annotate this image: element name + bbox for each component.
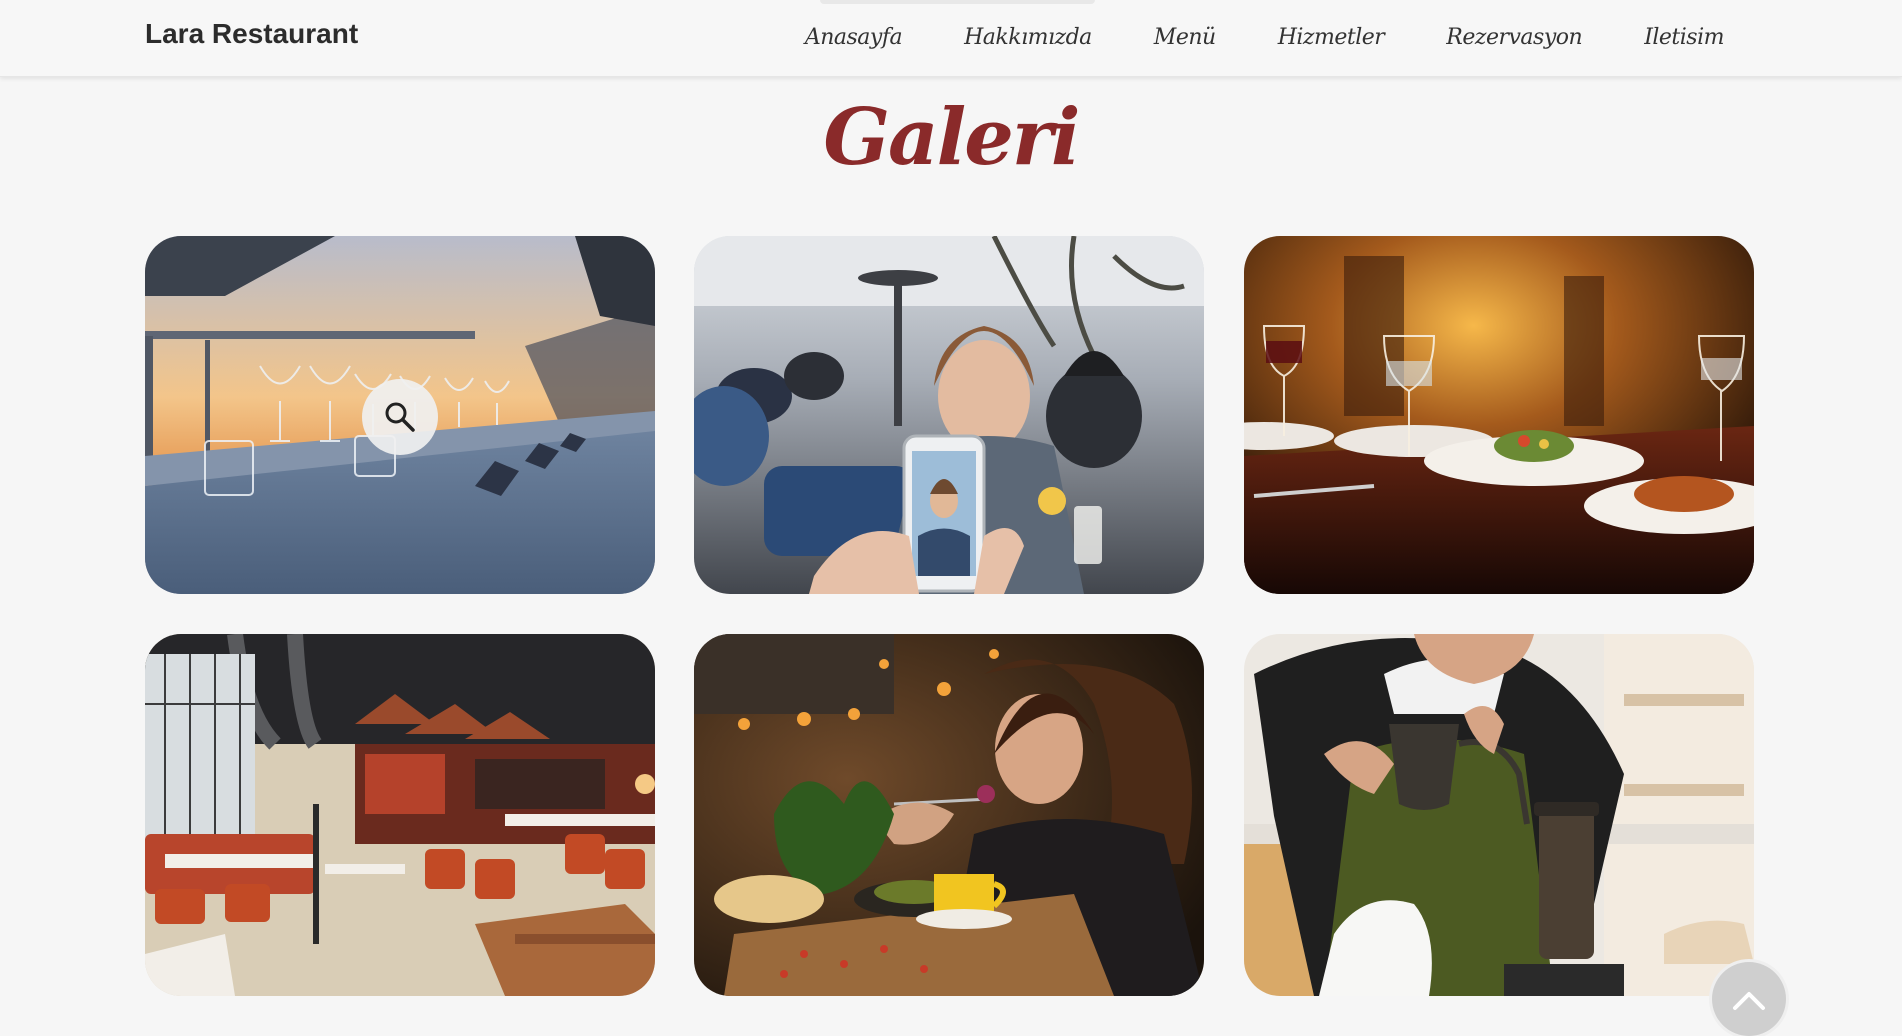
zoom-button[interactable] <box>362 379 438 455</box>
gallery-item[interactable] <box>1244 634 1754 996</box>
nav-item-rezervasyon[interactable]: Rezervasyon <box>1446 22 1582 54</box>
gallery-photo-candlelit-dinner <box>1244 236 1754 594</box>
gallery-photo-terrace-selfie <box>694 236 1204 594</box>
nav-menu: Anasayfa Hakkımızda Menü Hizmetler Rezer… <box>743 22 1725 54</box>
nav-item-hizmetler[interactable]: Hizmetler <box>1278 22 1385 54</box>
top-tab-indicator <box>820 0 1095 4</box>
brand-logo[interactable]: Lara Restaurant <box>145 18 358 50</box>
gallery-photo-restaurant-interior <box>145 634 655 996</box>
search-icon <box>385 402 415 432</box>
gallery-item[interactable] <box>1244 236 1754 594</box>
scroll-top-button[interactable] <box>1712 962 1786 1036</box>
gallery-item[interactable] <box>694 634 1204 996</box>
gallery-item[interactable] <box>145 236 655 594</box>
page-title: Galeri <box>823 92 1080 183</box>
gallery-photo-woman-dining <box>694 634 1204 996</box>
nav-item-anasayfa[interactable]: Anasayfa <box>805 22 903 54</box>
nav-item-menu[interactable]: Menü <box>1154 22 1216 54</box>
chevron-up-icon <box>1733 992 1765 1010</box>
navbar: Lara Restaurant Anasayfa Hakkımızda Menü… <box>0 0 1902 77</box>
gallery-item[interactable] <box>694 236 1204 594</box>
nav-item-iletisim[interactable]: Iletisim <box>1644 22 1724 54</box>
gallery-photo-barista <box>1244 634 1754 996</box>
gallery-item[interactable] <box>145 634 655 996</box>
nav-item-hakkimizda[interactable]: Hakkımızda <box>964 22 1092 54</box>
